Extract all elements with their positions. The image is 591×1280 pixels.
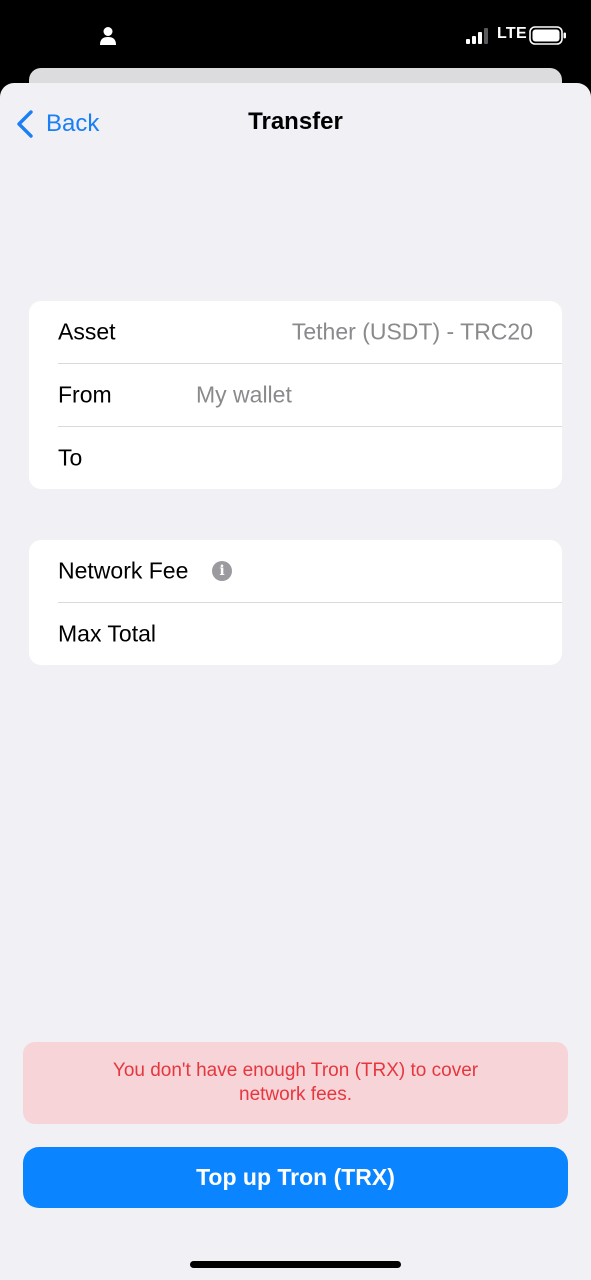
max-total-label: Max Total [58,620,157,647]
info-icon[interactable]: i [212,561,232,581]
insufficient-fee-warning: You don't have enough Tron (TRX) to cove… [23,1042,568,1124]
asset-value: Tether (USDT) - TRC20 [291,318,533,345]
page-title: Transfer [248,108,343,135]
network-fee-row: Network Fee i [29,540,562,602]
fees-card: Network Fee i Max Total [29,540,562,665]
home-indicator[interactable] [190,1261,401,1268]
network-type-label: LTE [497,25,527,42]
from-value: My wallet [196,381,292,408]
asset-label: Asset [58,318,116,345]
person-icon [100,27,116,45]
to-label: To [58,444,83,471]
signal-icon [466,28,488,44]
to-row[interactable]: To [29,427,562,489]
max-total-row: Max Total [29,603,562,665]
from-row[interactable]: From My wallet [29,364,562,426]
top-up-tron-button[interactable]: Top up Tron (TRX) [23,1147,568,1208]
status-bar: LTE [0,0,591,70]
from-label: From [58,381,112,408]
network-fee-label: Network Fee [58,557,189,584]
transfer-details-card: Asset Tether (USDT) - TRC20 From My wall… [29,301,562,489]
battery-icon [529,26,566,45]
asset-row[interactable]: Asset Tether (USDT) - TRC20 [29,301,562,363]
warning-text: You don't have enough Tron (TRX) to cove… [112,1060,479,1105]
